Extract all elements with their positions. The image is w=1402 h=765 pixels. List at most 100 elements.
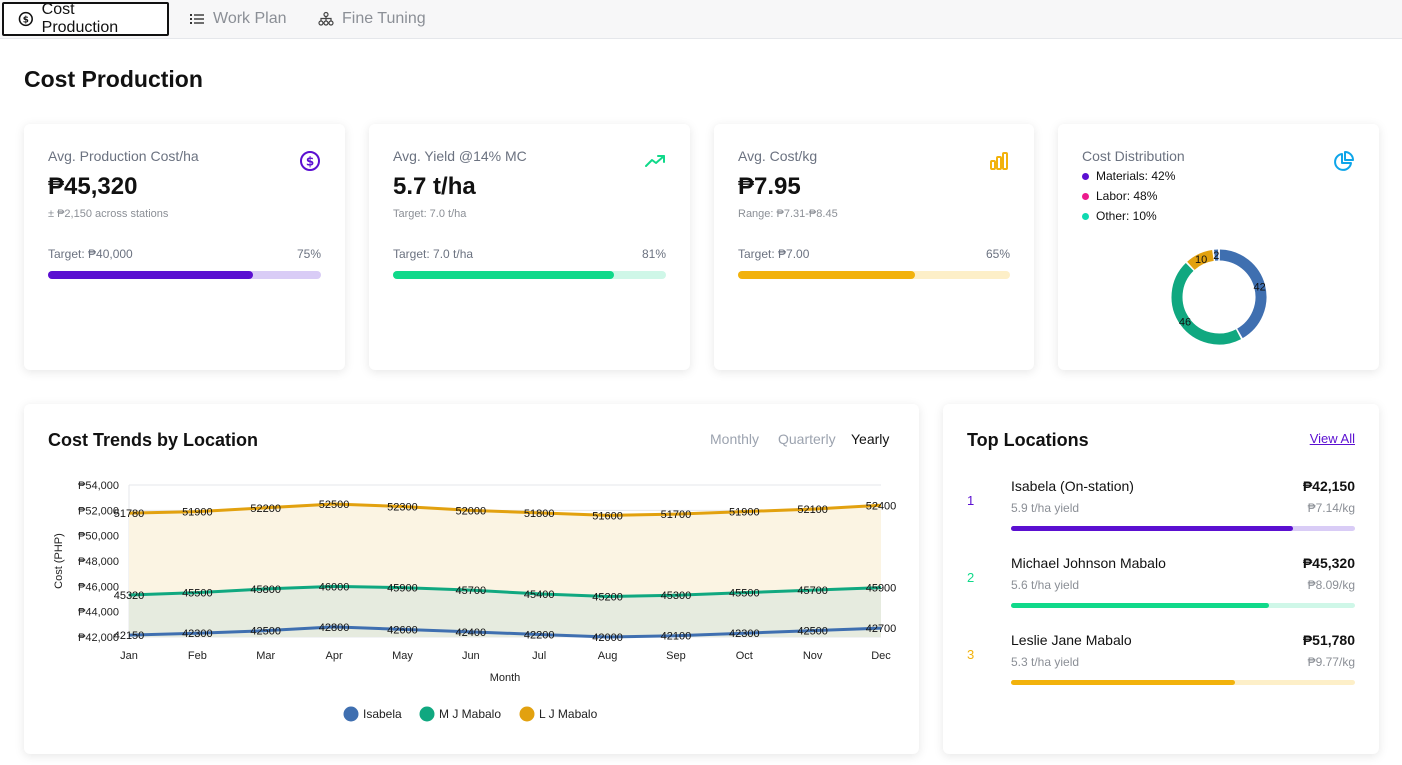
data-label: 45700 xyxy=(456,585,487,597)
x-tick-label: Apr xyxy=(326,650,343,662)
x-tick-label: May xyxy=(392,650,413,662)
tab-label: Fine Tuning xyxy=(342,10,426,27)
data-label: 51780 xyxy=(114,508,145,520)
dollar-circle-icon: $ xyxy=(300,151,320,171)
tab-bar: $ Cost Production Work Plan Fine Tuning xyxy=(0,0,1402,39)
location-rank: 2 xyxy=(967,570,975,585)
location-yield: 5.6 t/ha yield xyxy=(1011,578,1080,592)
x-tick-label: Mar xyxy=(256,650,275,662)
legend-marker xyxy=(419,706,435,722)
x-tick-label: Jan xyxy=(120,650,138,662)
donut-slice-label: 2 xyxy=(1213,250,1219,262)
data-label: 51900 xyxy=(729,507,760,519)
donut-slice-label: 10 xyxy=(1195,254,1207,266)
tab-label: Work Plan xyxy=(213,10,287,27)
tab-cost-production[interactable]: $ Cost Production xyxy=(2,1,169,36)
tab-label: Cost Production xyxy=(41,1,119,36)
data-label: 42500 xyxy=(250,626,281,638)
data-label: 42800 xyxy=(319,622,350,634)
series-area xyxy=(129,586,881,637)
x-tick-label: Dec xyxy=(871,650,891,662)
data-label: 45320 xyxy=(114,590,145,602)
location-rank: 3 xyxy=(967,647,975,662)
x-tick-label: Jun xyxy=(462,650,480,662)
data-label: 42300 xyxy=(182,628,213,640)
kpi-progress-bar xyxy=(48,271,321,279)
legend-label: L J Mabalo xyxy=(539,707,598,721)
location-progress-bar xyxy=(1011,603,1355,608)
kpi-card-yield: Avg. Yield @14% MC 5.7 t/ha Target: 7.0 … xyxy=(369,124,690,370)
kpi-percent: 81% xyxy=(641,247,666,261)
kpi-label: Avg. Production Cost/ha xyxy=(48,148,199,164)
kpi-progress-bar xyxy=(393,271,666,279)
data-label: 45800 xyxy=(250,584,281,596)
data-label: 45700 xyxy=(797,585,828,597)
data-label: 52100 xyxy=(797,504,828,516)
kpi-card-cost-per-kg: Avg. Cost/kg ₱7.95 Range: ₱7.31-₱8.45 Ta… xyxy=(714,124,1034,370)
data-label: 42000 xyxy=(592,632,623,644)
data-label: 52500 xyxy=(319,499,350,511)
kpi-card-production-cost: Avg. Production Cost/ha $ ₱45,320 ± ₱2,1… xyxy=(24,124,345,370)
donut-slice-label: 42 xyxy=(1254,282,1266,294)
trending-up-icon xyxy=(645,155,665,167)
location-rank: 1 xyxy=(967,493,975,508)
data-label: 42400 xyxy=(456,627,487,639)
data-label: 45300 xyxy=(661,590,692,602)
y-tick-label: ₱50,000 xyxy=(78,531,119,543)
location-yield: 5.3 t/ha yield xyxy=(1011,655,1080,669)
x-tick-label: Nov xyxy=(803,650,823,662)
location-cost-per-kg: ₱9.77/kg xyxy=(1307,655,1355,669)
kpi-subtext: Range: ₱7.31-₱8.45 xyxy=(738,208,838,220)
kpi-value: ₱45,320 xyxy=(48,173,138,200)
data-label: 51800 xyxy=(524,508,555,520)
data-label: 42500 xyxy=(797,626,828,638)
location-cost: ₱45,320 xyxy=(1302,555,1355,571)
location-name: Michael Johnson Mabalo xyxy=(1011,555,1166,571)
tab-work-plan[interactable]: Work Plan xyxy=(175,2,305,36)
kpi-target: Target: ₱7.00 xyxy=(738,247,810,261)
hierarchy-icon xyxy=(318,11,334,26)
dollar-circle-icon: $ xyxy=(18,11,33,27)
location-cost: ₱42,150 xyxy=(1302,478,1355,494)
legend-marker xyxy=(519,706,535,722)
data-label: 52200 xyxy=(250,503,281,515)
x-tick-label: Jul xyxy=(532,650,546,662)
location-cost-per-kg: ₱7.14/kg xyxy=(1307,501,1355,515)
tab-fine-tuning[interactable]: Fine Tuning xyxy=(304,2,444,36)
data-label: 51900 xyxy=(182,507,213,519)
data-label: 42300 xyxy=(729,628,760,640)
kpi-subtext: Target: 7.0 t/ha xyxy=(393,208,467,220)
location-yield: 5.9 t/ha yield xyxy=(1011,501,1080,515)
data-label: 52400 xyxy=(866,500,897,512)
data-label: 45400 xyxy=(524,589,555,601)
data-label: 45900 xyxy=(387,583,418,595)
y-tick-label: ₱54,000 xyxy=(78,480,119,492)
cost-trends-card: Cost Trends by Location Monthly Quarterl… xyxy=(24,404,919,754)
data-label: 45200 xyxy=(592,591,623,603)
donut-slice-label: 46 xyxy=(1179,317,1191,329)
location-name: Leslie Jane Mabalo xyxy=(1011,632,1132,648)
kpi-label: Avg. Yield @14% MC xyxy=(393,148,527,164)
cost-distribution-card: Cost Distribution Materials: 42% Labor: … xyxy=(1058,124,1379,370)
list-icon xyxy=(190,14,204,24)
location-progress-fill xyxy=(1011,603,1269,608)
svg-text:$: $ xyxy=(306,155,314,169)
y-tick-label: ₱48,000 xyxy=(78,556,119,568)
view-all-link[interactable]: View All xyxy=(1310,431,1355,446)
kpi-progress-fill xyxy=(48,271,253,279)
data-label: 42200 xyxy=(524,629,555,641)
kpi-subtext: ± ₱2,150 across stations xyxy=(48,208,169,220)
kpi-progress-fill xyxy=(393,271,615,279)
location-progress-bar xyxy=(1011,680,1355,685)
kpi-progress-fill xyxy=(738,271,915,279)
data-label: 42600 xyxy=(387,624,418,636)
location-cost-per-kg: ₱8.09/kg xyxy=(1307,578,1355,592)
data-label: 51600 xyxy=(592,510,623,522)
kpi-percent: 65% xyxy=(985,247,1010,261)
cost-distribution-donut: 42 46 10 2 xyxy=(1171,249,1267,345)
cost-trends-chart: ₱42,000₱44,000₱46,000₱48,000₱50,000₱52,0… xyxy=(53,480,897,722)
location-cost: ₱51,780 xyxy=(1302,632,1355,648)
top-locations-title: Top Locations xyxy=(967,430,1089,450)
page-title: Cost Production xyxy=(24,66,203,92)
data-label: 51700 xyxy=(661,509,692,521)
